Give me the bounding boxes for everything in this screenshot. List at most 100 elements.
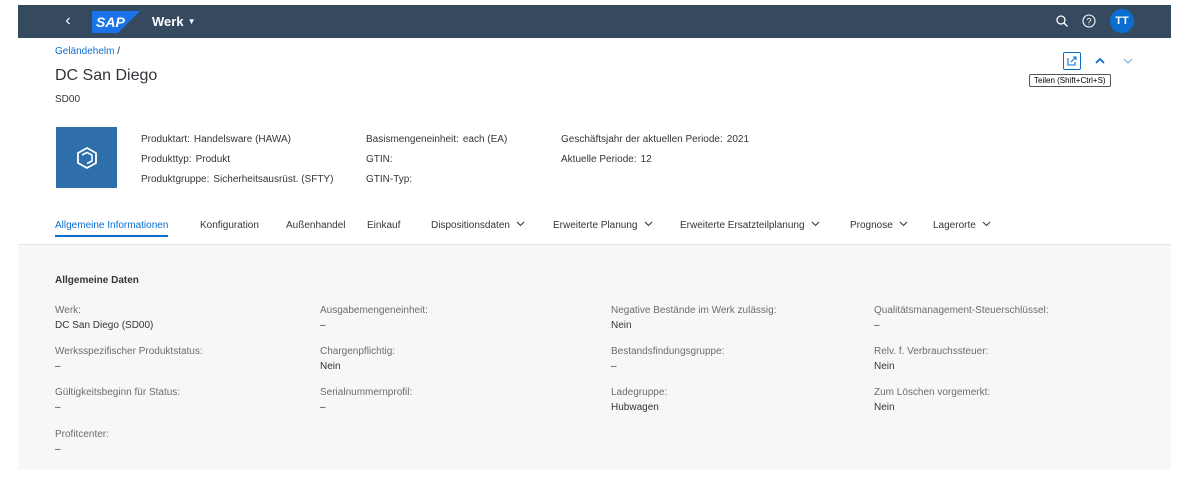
tab-einkauf[interactable]: Einkauf — [367, 217, 400, 245]
field-value: – — [611, 361, 617, 372]
field-value: Nein — [874, 402, 895, 413]
attr-gtin-typ: GTIN-Typ: — [366, 174, 416, 185]
header-actions — [1063, 52, 1137, 70]
attr-value: Produkt — [195, 154, 231, 165]
chevron-down-icon — [644, 219, 653, 231]
navigate-up-icon[interactable] — [1091, 52, 1109, 70]
breadcrumb: Geländehelm / — [55, 46, 120, 57]
tab-label: Allgemeine Informationen — [55, 220, 169, 231]
field-label: Serialnummernprofil: — [320, 387, 413, 398]
field-zum-loeschen-vorgemerkt: Zum Löschen vorgemerkt: Nein — [874, 387, 990, 413]
attr-label: Basismengeneinheit: — [366, 134, 459, 145]
field-serialnummernprofil: Serialnummernprofil: – — [320, 387, 412, 413]
field-label: Ladegruppe: — [611, 387, 668, 398]
tab-label: Prognose — [850, 220, 893, 231]
field-label: Gültigkeitsbeginn für Status: — [55, 387, 181, 398]
tab-konfiguration[interactable]: Konfiguration — [200, 217, 259, 245]
field-label: Werksspezifischer Produktstatus: — [55, 346, 203, 357]
tab-label: Konfiguration — [200, 220, 259, 231]
chevron-down-icon — [516, 219, 525, 231]
tab-prognose[interactable]: Prognose — [850, 217, 908, 245]
field-label: Relv. f. Verbrauchssteuer: — [874, 346, 989, 357]
attr-aktuelle-periode: Aktuelle Periode: 12 — [561, 154, 652, 165]
search-icon[interactable] — [1055, 14, 1069, 28]
share-tooltip: Teilen (Shift+Ctrl+S) — [1029, 74, 1111, 87]
help-icon[interactable]: ? — [1082, 14, 1096, 28]
attr-label: GTIN-Typ: — [366, 174, 413, 185]
chevron-down-icon — [899, 219, 908, 231]
field-label: Zum Löschen vorgemerkt: — [874, 387, 991, 398]
attr-label: Geschäftsjahr der aktuellen Periode: — [561, 134, 723, 145]
navigate-down-icon[interactable] — [1119, 52, 1137, 70]
field-qm-steuerschluessel: Qualitätsmanagement-Steuerschlüssel: – — [874, 305, 1049, 331]
caret-down-icon: ▼ — [187, 17, 196, 26]
breadcrumb-link[interactable]: Geländehelm — [55, 46, 114, 57]
field-value: – — [55, 444, 61, 455]
field-chargenpflichtig: Chargenpflichtig: Nein — [320, 346, 395, 372]
breadcrumb-separator: / — [117, 46, 121, 57]
tab-label: Einkauf — [367, 220, 401, 231]
field-label: Bestandsfindungsgruppe: — [611, 346, 725, 357]
tab-aussenhandel[interactable]: Außenhandel — [286, 217, 346, 245]
product-box-icon — [56, 127, 117, 188]
tab-lagerorte[interactable]: Lagerorte — [933, 217, 991, 245]
user-avatar[interactable]: TT — [1110, 9, 1134, 33]
field-value: Nein — [320, 361, 341, 372]
tab-erweiterte-ersatzteilplanung[interactable]: Erweiterte Ersatzteilplanung — [680, 217, 820, 245]
field-gueltigkeitsbeginn-status: Gültigkeitsbeginn für Status: – — [55, 387, 180, 413]
attr-gtin: GTIN: — [366, 154, 397, 165]
field-label: Chargenpflichtig: — [320, 346, 396, 357]
field-value: – — [55, 402, 61, 413]
attr-value: Handelsware (HAWA) — [193, 134, 291, 145]
tab-allgemeine-informationen[interactable]: Allgemeine Informationen — [55, 217, 169, 245]
field-werk: Werk: DC San Diego (SD00) — [55, 305, 153, 331]
tab-bar: Allgemeine Informationen Konfiguration A… — [18, 217, 1171, 245]
chevron-down-icon — [811, 219, 820, 231]
app-title: Werk — [152, 14, 184, 29]
tab-erweiterte-planung[interactable]: Erweiterte Planung — [553, 217, 653, 245]
field-label: Negative Bestände im Werk zulässig: — [611, 305, 777, 316]
attr-label: Produktgruppe: — [141, 174, 210, 185]
field-bestandsfindungsgruppe: Bestandsfindungsgruppe: – — [611, 346, 724, 372]
section-title: Allgemeine Daten — [55, 275, 139, 286]
tab-label: Dispositionsdaten — [431, 220, 510, 231]
tab-dispositionsdaten[interactable]: Dispositionsdaten — [431, 217, 525, 245]
attr-value: Sicherheitsausrüst. (SFTY) — [213, 174, 334, 185]
field-label: Ausgabemengeneinheit: — [320, 305, 428, 316]
page-title: DC San Diego — [55, 67, 158, 84]
field-negative-bestaende: Negative Bestände im Werk zulässig: Nein — [611, 305, 776, 331]
attr-geschaeftsjahr: Geschäftsjahr der aktuellen Periode: 2021 — [561, 134, 749, 145]
attr-label: GTIN: — [366, 154, 393, 165]
svg-text:SAP: SAP — [96, 14, 125, 30]
app-title-menu[interactable]: Werk ▼ — [152, 14, 195, 29]
field-value: Nein — [874, 361, 895, 372]
attr-value: 2021 — [726, 134, 750, 145]
attr-produkttyp: Produkttyp: Produkt — [141, 154, 230, 165]
field-label: Qualitätsmanagement-Steuerschlüssel: — [874, 305, 1049, 316]
field-value: – — [55, 361, 61, 372]
field-label: Werk: — [55, 305, 81, 316]
field-relv-verbrauchssteuer: Relv. f. Verbrauchssteuer: Nein — [874, 346, 988, 372]
field-value: – — [320, 402, 326, 413]
app-window: ‹ SAP Werk ▼ ? TT Geländehelm / DC San D… — [18, 5, 1171, 470]
field-ladegruppe: Ladegruppe: Hubwagen — [611, 387, 667, 413]
attr-label: Produkttyp: — [141, 154, 192, 165]
svg-text:?: ? — [1086, 17, 1091, 27]
screen: ‹ SAP Werk ▼ ? TT Geländehelm / DC San D… — [0, 0, 1189, 483]
field-value: – — [320, 320, 326, 331]
attr-label: Produktart: — [141, 134, 190, 145]
tab-label: Außenhandel — [286, 220, 346, 231]
tab-label: Erweiterte Ersatzteilplanung — [680, 220, 805, 231]
field-value: – — [874, 320, 880, 331]
attr-value: each (EA) — [462, 134, 508, 145]
attr-produktart: Produktart: Handelsware (HAWA) — [141, 134, 291, 145]
attr-label: Aktuelle Periode: — [561, 154, 637, 165]
attr-produktgruppe: Produktgruppe: Sicherheitsausrüst. (SFTY) — [141, 174, 333, 185]
sap-logo[interactable]: SAP — [92, 11, 140, 33]
object-header: Geländehelm / DC San Diego SD00 Teilen (… — [18, 38, 1171, 245]
field-label: Profitcenter: — [55, 429, 109, 440]
field-value: Nein — [611, 320, 632, 331]
back-chevron-icon[interactable]: ‹ — [58, 11, 78, 31]
share-icon[interactable] — [1063, 52, 1081, 70]
field-werksspezifischer-produktstatus: Werksspezifischer Produktstatus: – — [55, 346, 203, 372]
